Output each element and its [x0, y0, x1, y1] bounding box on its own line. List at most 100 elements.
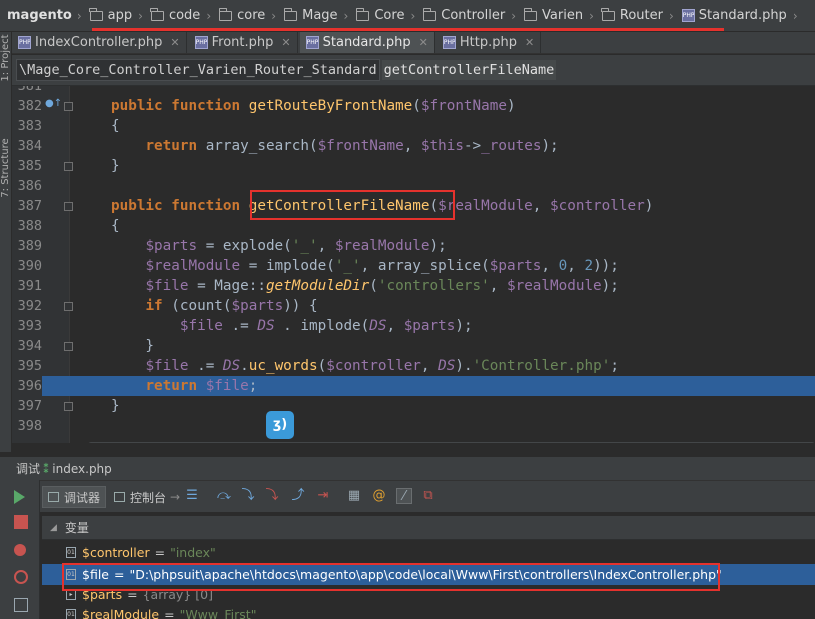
php-file-icon: PHP — [681, 9, 695, 22]
folder-icon — [601, 7, 615, 21]
layout-icon[interactable] — [14, 598, 28, 612]
fold-end-icon[interactable] — [64, 162, 73, 171]
php-file-icon: PHP — [194, 36, 208, 49]
tab-indexcontroller[interactable]: PHP IndexController.php ✕ — [12, 32, 187, 53]
project-tool-tab[interactable]: 1: Project — [0, 28, 12, 88]
line-number[interactable]: 389 — [12, 236, 42, 256]
line-number[interactable]: 390 — [12, 256, 42, 276]
breakpoints-icon[interactable] — [14, 544, 26, 556]
line-number[interactable]: 386 — [12, 176, 42, 196]
force-step-into-icon[interactable]: ⤵ — [264, 488, 280, 504]
fold-start-icon[interactable] — [64, 302, 73, 311]
line-number[interactable]: 391 — [12, 276, 42, 296]
line-number[interactable]: 383 — [12, 116, 42, 136]
close-icon[interactable]: ✕ — [419, 36, 428, 49]
line-number[interactable]: 395 — [12, 356, 42, 376]
code-line[interactable]: 391 $file = Mage::getModuleDir('controll… — [12, 276, 815, 296]
debugger-icon — [48, 492, 59, 502]
stop-icon[interactable] — [14, 515, 28, 529]
line-number[interactable]: 384 — [12, 136, 42, 156]
code-text: } — [111, 398, 120, 414]
show-execution-point-icon[interactable]: ☰ — [184, 488, 200, 504]
breadcrumb-item-controller[interactable]: Controller — [420, 0, 508, 32]
resume-icon[interactable] — [14, 490, 25, 504]
breadcrumb-item-code[interactable]: code — [148, 0, 203, 32]
variable-row-realmodule[interactable]: 01 $realModule = "Www_First" — [42, 604, 815, 619]
close-icon[interactable]: ✕ — [525, 36, 534, 49]
collapse-triangle-icon[interactable]: ◢ — [50, 523, 57, 533]
fold-start-icon[interactable] — [64, 102, 73, 111]
code-editor[interactable]: 381 382 public function getRouteByFrontNam… — [12, 86, 815, 443]
code-navigation-bar: \Mage_Core_Controller_Varien_Router_Stan… — [12, 55, 815, 86]
class-path[interactable]: \Mage_Core_Controller_Varien_Router_Stan… — [16, 59, 380, 81]
override-marker-icon[interactable]: ●↑ — [45, 98, 62, 109]
variable-row-controller[interactable]: 01 $controller = "index" — [42, 542, 815, 563]
code-line[interactable]: 393 $file .= DS . implode(DS, $parts); — [12, 316, 815, 336]
fold-end-icon[interactable] — [64, 342, 73, 351]
variable-icon: 01 — [66, 609, 76, 619]
tab-http[interactable]: PHP Http.php ✕ — [436, 32, 542, 53]
line-number[interactable]: 388 — [12, 216, 42, 236]
breadcrumb-item-standard-php[interactable]: PHP Standard.php — [679, 0, 790, 32]
floating-assistant-icon[interactable]: ʒ) — [266, 411, 294, 439]
code-line[interactable]: 398 — [12, 416, 815, 436]
tab-front[interactable]: PHP Front.php ✕ — [188, 32, 298, 53]
code-text: $file = Mage::getModuleDir('controllers'… — [145, 278, 619, 294]
breadcrumb-item-mage[interactable]: Mage — [281, 0, 340, 32]
chevron-right-icon: › — [589, 8, 594, 23]
code-line[interactable]: 389 $parts = explode('_', $realModule); — [12, 236, 815, 256]
fold-start-icon[interactable] — [64, 202, 73, 211]
code-line[interactable]: 397} — [12, 396, 815, 416]
copy-stack-icon[interactable]: ⧉ — [420, 488, 436, 504]
line-number[interactable]: 382 — [12, 96, 42, 116]
line-number[interactable]: 397 — [12, 396, 42, 416]
code-line[interactable]: 385} — [12, 156, 815, 176]
line-number[interactable]: 385 — [12, 156, 42, 176]
line-number[interactable]: 381 — [12, 86, 42, 96]
method-name[interactable]: getControllerFileName — [381, 60, 557, 80]
tab-console[interactable]: 控制台 → — [109, 486, 185, 508]
horizontal-scrollbar[interactable] — [88, 442, 815, 443]
code-line[interactable]: 396 return $file; — [12, 376, 815, 396]
breadcrumb-item-app[interactable]: app — [87, 0, 135, 32]
code-line[interactable]: 390 $realModule = implode('_', array_spl… — [12, 256, 815, 276]
breadcrumb-item-core-module[interactable]: Core — [353, 0, 407, 32]
step-into-icon[interactable]: ⤵ — [240, 488, 256, 504]
code-line[interactable]: 383 { — [12, 116, 815, 136]
evaluate-expression-icon[interactable]: ▦ — [346, 488, 362, 504]
breadcrumb-item-varien[interactable]: Varien — [521, 0, 586, 32]
code-line[interactable]: 381 — [12, 86, 815, 96]
close-icon[interactable]: ✕ — [170, 36, 179, 49]
close-icon[interactable]: ✕ — [281, 36, 290, 49]
code-line[interactable]: 392 if (count($parts)) { — [12, 296, 815, 316]
folder-icon — [523, 7, 538, 21]
code-line[interactable]: 394 } — [12, 336, 815, 356]
line-number[interactable]: 387 — [12, 196, 42, 216]
tab-standard[interactable]: PHP Standard.php ✕ — [299, 32, 435, 53]
line-number[interactable]: 394 — [12, 336, 42, 356]
line-number[interactable]: 398 — [12, 416, 42, 436]
code-line[interactable]: 382 public function getRouteByFrontName($… — [12, 96, 815, 116]
structure-tool-tab[interactable]: 7: Structure — [0, 138, 12, 198]
code-line[interactable]: 395 $file .= DS.uc_words($controller, DS… — [12, 356, 815, 376]
code-line[interactable]: 384 return array_search($frontName, $thi… — [12, 136, 815, 156]
breadcrumb-item-magento[interactable]: magento — [4, 0, 74, 32]
step-out-icon[interactable]: ⤴ — [290, 488, 306, 504]
code-text: if (count($parts)) { — [145, 298, 318, 314]
breadcrumb-item-router[interactable]: Router — [599, 0, 666, 32]
run-to-cursor-icon[interactable]: ⇥ — [315, 488, 331, 504]
line-number[interactable]: 396 — [12, 376, 42, 396]
step-over-icon[interactable]: ⤼ — [216, 488, 232, 504]
line-number[interactable]: 393 — [12, 316, 42, 336]
fold-end-icon[interactable] — [64, 402, 73, 411]
folder-icon — [422, 7, 437, 21]
tab-debugger[interactable]: 调试器 — [42, 486, 107, 508]
breadcrumb-item-core[interactable]: core — [216, 0, 268, 32]
code-text: $file .= DS . implode(DS, $parts); — [179, 318, 473, 334]
line-number[interactable]: 392 — [12, 296, 42, 316]
show-values-toggle-icon[interactable]: ⁄ — [396, 488, 412, 504]
mute-breakpoints-icon[interactable] — [14, 570, 28, 584]
pin-icon: → — [170, 490, 181, 504]
watch-icon[interactable]: @ — [371, 488, 387, 504]
php-file-icon: PHP — [442, 36, 456, 49]
